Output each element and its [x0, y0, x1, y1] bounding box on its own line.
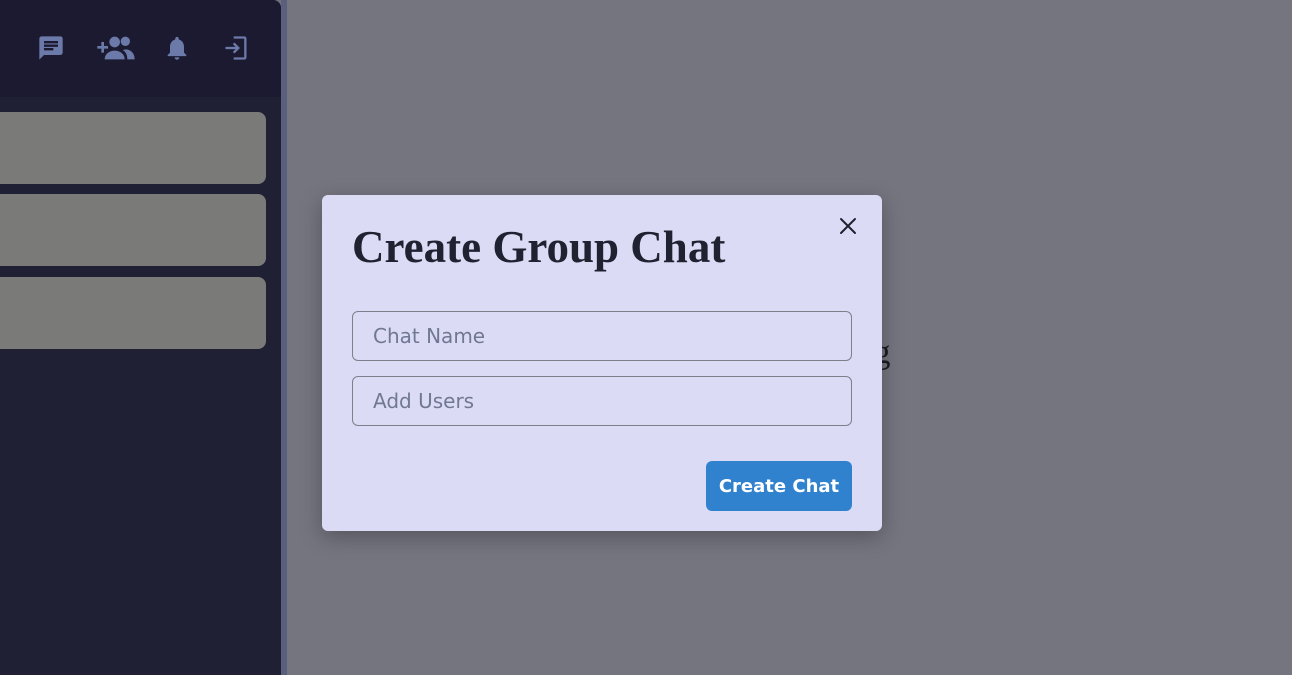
sidebar — [0, 0, 281, 675]
chat-list-item[interactable] — [0, 112, 266, 184]
create-chat-button[interactable]: Create Chat — [706, 461, 852, 511]
chat-list — [0, 97, 281, 675]
logout-icon[interactable] — [220, 32, 252, 64]
create-group-chat-modal: Create Group Chat Create Chat — [322, 195, 882, 531]
bell-icon[interactable] — [161, 32, 193, 64]
modal-title: Create Group Chat — [352, 222, 726, 272]
add-group-icon[interactable] — [96, 32, 136, 64]
close-modal-button[interactable] — [832, 210, 864, 242]
sidebar-header — [0, 0, 281, 97]
chat-list-item[interactable] — [0, 277, 266, 349]
add-users-input[interactable] — [352, 376, 852, 426]
close-icon — [840, 218, 856, 234]
chat-name-input[interactable] — [352, 311, 852, 361]
chat-icon[interactable] — [35, 32, 67, 64]
chat-list-item[interactable] — [0, 194, 266, 266]
